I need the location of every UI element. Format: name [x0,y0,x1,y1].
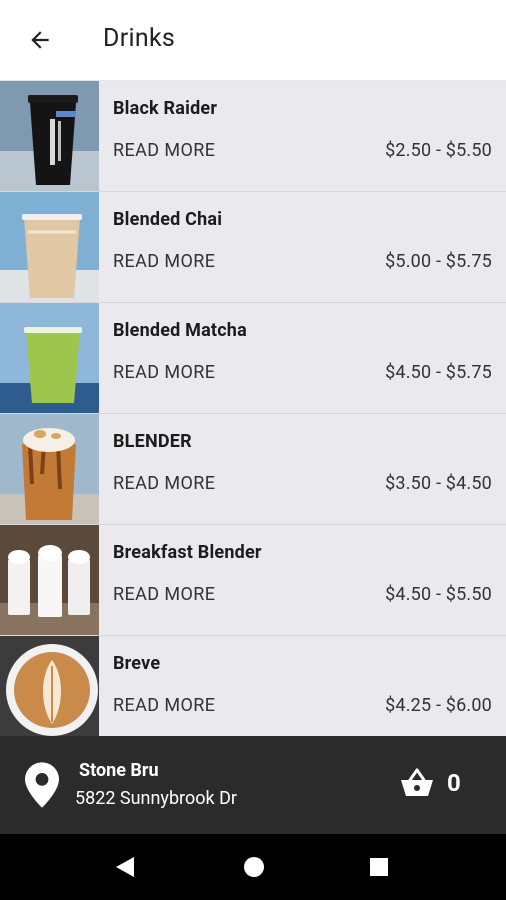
map-pin-icon [25,762,59,808]
product-price: $4.50 - $5.50 [385,584,492,605]
product-item[interactable]: Blended Chai READ MORE $5.00 - $5.75 [0,192,506,303]
product-image [0,636,99,736]
product-item[interactable]: Black Raider READ MORE $2.50 - $5.50 [0,81,506,192]
product-name: Blended Matcha [113,320,247,341]
circle-home-icon [244,857,264,877]
product-name: Blended Chai [113,209,223,230]
product-price: $4.50 - $5.75 [385,362,492,383]
product-price: $4.25 - $6.00 [385,695,492,716]
app-bar: Drinks [0,0,506,81]
basket-icon[interactable] [399,768,435,798]
page-title: Drinks [103,24,176,53]
product-item[interactable]: Blended Matcha READ MORE $4.50 - $5.75 [0,303,506,414]
product-image [0,192,99,302]
triangle-back-icon [116,857,134,877]
nav-home-button[interactable] [239,852,269,882]
product-list: Black Raider READ MORE $2.50 - $5.50 Ble… [0,81,506,736]
nav-recents-button[interactable] [364,852,394,882]
product-item[interactable]: Breakfast Blender READ MORE $4.50 - $5.5… [0,525,506,636]
product-image [0,525,99,635]
read-more-link[interactable]: READ MORE [113,362,215,383]
product-price: $2.50 - $5.50 [385,140,492,161]
product-image [0,414,99,524]
product-price: $3.50 - $4.50 [385,473,492,494]
product-name: Black Raider [113,98,218,119]
read-more-link[interactable]: READ MORE [113,473,215,494]
store-address: 5822 Sunnybrook Dr [75,788,237,809]
store-footer: Stone Bru 5822 Sunnybrook Dr 0 [0,736,506,834]
nav-back-button[interactable] [110,852,140,882]
product-name: Breakfast Blender [113,542,262,563]
read-more-link[interactable]: READ MORE [113,251,215,272]
read-more-link[interactable]: READ MORE [113,140,215,161]
cart-count: 0 [447,769,461,797]
product-item[interactable]: Breve READ MORE $4.25 - $6.00 [0,636,506,736]
back-button[interactable] [18,20,62,60]
arrow-left-icon [31,31,49,49]
read-more-link[interactable]: READ MORE [113,584,215,605]
product-image [0,81,99,191]
system-nav-bar [0,834,506,900]
store-name: Stone Bru [79,760,159,781]
product-image [0,303,99,413]
square-recents-icon [370,858,388,876]
product-item[interactable]: BLENDER READ MORE $3.50 - $4.50 [0,414,506,525]
product-name: Breve [113,653,161,674]
product-name: BLENDER [113,431,192,452]
read-more-link[interactable]: READ MORE [113,695,215,716]
product-price: $5.00 - $5.75 [385,251,492,272]
